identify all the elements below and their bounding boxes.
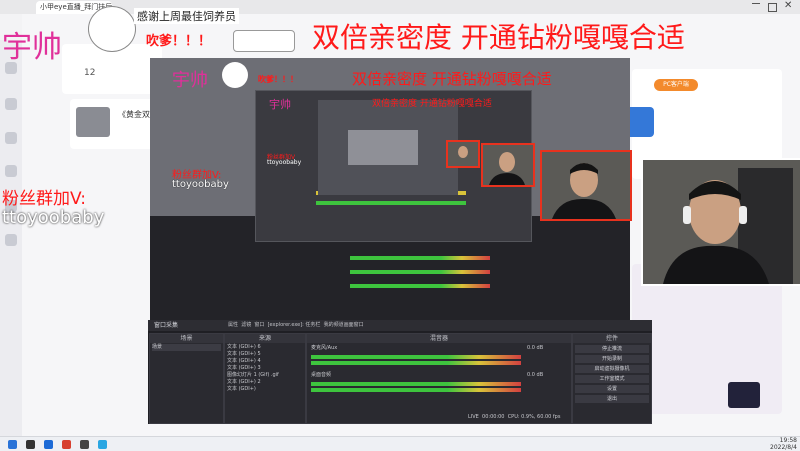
follow-icon[interactable] xyxy=(5,98,17,110)
name-mid: 宇帅 xyxy=(172,70,208,91)
task-view-icon[interactable] xyxy=(26,440,35,449)
source-item[interactable]: 文本 (GDI+) 6 xyxy=(227,344,303,351)
toolbar-properties[interactable]: 属性 xyxy=(228,322,238,328)
settings-button[interactable]: 设置 xyxy=(575,385,649,393)
name-large: 宇帅 xyxy=(2,30,62,65)
live-time: 00:00:00 xyxy=(482,414,505,420)
fan-group-id-tiny: ttoyoobaby xyxy=(267,159,302,166)
slogan-mid: 双倍亲密度 开通钻粉嘎嘎合适 xyxy=(352,70,552,88)
toolbar-window-select[interactable]: [explorer.exe]: 任务栏 xyxy=(268,322,321,328)
thanks-banner: 感谢上周最佳饲养员 吹爹！！！ xyxy=(88,4,298,56)
scenes-dock: 场景 场景 xyxy=(149,333,224,424)
windows-taskbar: 19:58 2022/8/4 xyxy=(0,436,800,451)
slogan-small: 双倍亲密度 开通钻粉嘎嘎合适 xyxy=(372,99,492,109)
chat-panel xyxy=(632,264,782,414)
webcam-feed-capture-1 xyxy=(540,150,632,221)
edge-icon[interactable] xyxy=(44,440,53,449)
mixer-dock: 混音器 麦克风/Aux 0.0 dB 桌面音频 0.0 dB xyxy=(306,333,572,424)
cartoon-avatar-icon xyxy=(88,6,136,52)
close-icon[interactable]: ✕ xyxy=(784,0,792,12)
nested-capture-3 xyxy=(318,100,458,195)
thanks-banner-mid: 吹爹！！！ xyxy=(222,62,352,88)
cpu-usage: CPU: 0.9%, 60.00 fps xyxy=(507,414,561,420)
webcam-feed-main xyxy=(641,158,800,286)
nested-window xyxy=(348,130,418,165)
stop-streaming-button[interactable]: 停止推流 xyxy=(575,345,649,353)
sources-dock: 来源 文本 (GDI+) 6 文本 (GDI+) 5 文本 (GDI+) 4 文… xyxy=(224,333,306,424)
webcam-feed-capture-3 xyxy=(446,140,480,168)
exit-button[interactable]: 退出 xyxy=(575,395,649,403)
fan-group-line: 粉丝群加V: xyxy=(2,189,86,209)
toolbar-filters[interactable]: 滤镜 xyxy=(241,322,251,328)
source-item[interactable]: 文本 (GDI+) 5 xyxy=(227,351,303,358)
fan-group-id-small: ttoyoobaby xyxy=(172,179,229,190)
studio-mode-button[interactable]: 工作室模式 xyxy=(575,375,649,383)
gift-label-mid: 吹爹！！！ xyxy=(258,75,298,84)
thumbnail xyxy=(76,107,110,137)
sources-title: 来源 xyxy=(225,334,305,343)
clock-time: 19:58 xyxy=(779,437,797,444)
app-icon[interactable] xyxy=(62,440,71,449)
captured-meter-3 xyxy=(350,284,490,288)
maximize-icon[interactable] xyxy=(768,3,777,12)
thanks-label: 感谢上周最佳饲养员 xyxy=(134,8,239,24)
audio-meter xyxy=(311,361,521,365)
toolbar-channel-window[interactable]: 我的频道画面窗口 xyxy=(324,322,364,328)
mixer-title: 混音器 xyxy=(307,334,571,343)
blank-card xyxy=(233,30,295,52)
webcam-feed-capture-2 xyxy=(481,143,535,187)
toolbar-window[interactable]: 窗口 xyxy=(254,322,264,328)
scene-item[interactable]: 场景 xyxy=(152,344,221,351)
source-item[interactable]: 文本 (GDI+) 4 xyxy=(227,358,303,365)
start-recording-button[interactable]: 开始录制 xyxy=(575,355,649,363)
source-item[interactable]: 文本 (GDI+) 2 xyxy=(227,379,303,386)
slogan-large: 双倍亲密度 开通钻粉嘎嘎合适 xyxy=(312,21,685,54)
nested-meter-2 xyxy=(316,201,466,205)
game-icon[interactable] xyxy=(5,165,17,177)
obs-title-bar: 窗口采集 xyxy=(148,320,652,331)
gift-label: 吹爹！！！ xyxy=(146,34,212,49)
start-icon[interactable] xyxy=(8,440,17,449)
source-item[interactable]: 图像幻灯片 1 (Gif) .gif xyxy=(227,372,303,379)
site-sidebar xyxy=(0,40,22,436)
counter-label: 12 xyxy=(84,68,96,78)
name-small: 宇帅 xyxy=(269,98,291,111)
live-indicator: LIVE xyxy=(468,414,479,420)
captured-meter-2 xyxy=(350,270,490,274)
controls-dock: 控件 停止推流 开始录制 启动虚拟摄像机 工作室模式 设置 退出 xyxy=(572,333,652,424)
obs-status-bar: LIVE 00:00:00 CPU: 0.9%, 60.00 fps xyxy=(468,414,560,420)
source-item[interactable]: 文本 (GDI+) 3 xyxy=(227,365,303,372)
captured-meter-1 xyxy=(350,256,490,260)
source-item[interactable]: 文本 (GDI+) xyxy=(227,386,303,393)
scenes-title: 场景 xyxy=(150,334,223,343)
system-clock[interactable]: 19:58 2022/8/4 xyxy=(770,437,797,451)
gift-badge-icon[interactable] xyxy=(728,382,760,408)
audio-meter xyxy=(311,388,521,392)
virtual-camera-button[interactable]: 启动虚拟摄像机 xyxy=(575,365,649,373)
browser-icon[interactable] xyxy=(98,440,107,449)
obs-toolbar: 属性 滤镜 窗口 [explorer.exe]: 任务栏 我的频道画面窗口 xyxy=(228,321,364,328)
obs-icon[interactable] xyxy=(80,440,89,449)
mixer-channel-db: 0.0 dB xyxy=(527,372,544,378)
minimize-icon[interactable] xyxy=(752,3,760,12)
obs-window: 窗口采集 属性 滤镜 窗口 [explorer.exe]: 任务栏 我的频道画面… xyxy=(148,320,652,424)
category-icon[interactable] xyxy=(5,132,17,144)
fan-group-id: ttoyoobaby xyxy=(2,207,105,228)
pc-client-badge[interactable]: PC客户端 xyxy=(654,79,698,91)
audio-meter xyxy=(311,355,521,359)
audio-meter xyxy=(311,382,521,386)
controls-title: 控件 xyxy=(573,334,651,343)
more-icon[interactable] xyxy=(5,234,17,246)
gift-card-title: 《黄金双 xyxy=(118,110,150,119)
mixer-channel-db: 0.0 dB xyxy=(527,345,544,351)
cartoon-avatar-icon-mid xyxy=(222,62,248,88)
